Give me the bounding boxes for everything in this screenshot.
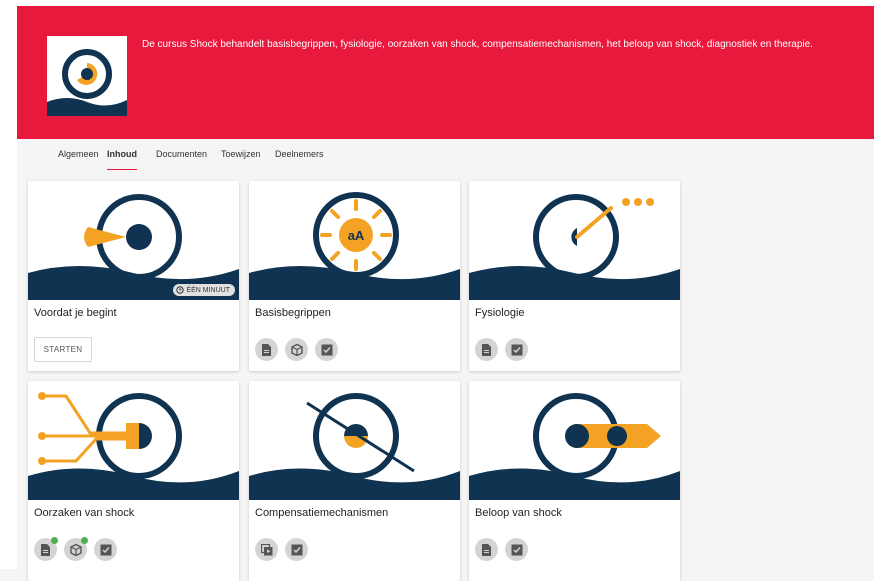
module-card-voordat-je-begint[interactable]: ÉÉN MINUUT Voordat je begint STARTEN [28, 181, 239, 371]
document-icon[interactable] [475, 538, 498, 561]
module-card-fysiologie[interactable]: Fysiologie [469, 181, 680, 371]
media-icon[interactable] [255, 538, 278, 561]
checklist-icon[interactable] [94, 538, 117, 561]
module-title[interactable]: Basisbegrippen [255, 307, 331, 319]
duration-label: ÉÉN MINUUT [186, 286, 230, 294]
svg-text:aA: aA [348, 228, 365, 243]
module-illustration [28, 381, 239, 500]
document-icon[interactable] [255, 338, 278, 361]
checklist-icon[interactable] [315, 338, 338, 361]
module-illustration [469, 181, 680, 300]
module-illustration [469, 381, 680, 500]
tab-algemeen[interactable]: Algemeen [58, 149, 99, 169]
module-title[interactable]: Beloop van shock [475, 507, 562, 519]
module-title[interactable]: Oorzaken van shock [34, 507, 134, 519]
completed-check-icon [81, 537, 88, 544]
module-card-basisbegrippen[interactable]: aA Basisbegrippen [249, 181, 460, 371]
duration-badge: ÉÉN MINUUT [173, 284, 235, 296]
course-tabs: Algemeen Inhoud Documenten Toewijzen Dee… [17, 139, 874, 170]
tab-deelnemers[interactable]: Deelnemers [275, 149, 324, 169]
course-description: De cursus Shock behandelt basisbegrippen… [142, 39, 813, 50]
document-icon[interactable] [34, 537, 58, 561]
course-header: De cursus Shock behandelt basisbegrippen… [17, 6, 874, 139]
shock-logo-icon [47, 36, 127, 116]
checklist-icon[interactable] [505, 538, 528, 561]
cube-icon[interactable] [285, 338, 308, 361]
checklist-icon[interactable] [505, 338, 528, 361]
activity-icons [255, 538, 308, 561]
activity-icons [34, 537, 117, 561]
tab-inhoud[interactable]: Inhoud [107, 149, 137, 170]
tab-documenten[interactable]: Documenten [156, 149, 207, 169]
module-illustration: aA [249, 181, 460, 300]
module-card-oorzaken-van-shock[interactable]: Oorzaken van shock [28, 381, 239, 581]
checklist-icon[interactable] [285, 538, 308, 561]
gauge-dial-icon [469, 194, 680, 300]
completed-check-icon [51, 537, 58, 544]
document-icon[interactable] [475, 338, 498, 361]
tab-toewijzen[interactable]: Toewijzen [221, 149, 261, 169]
start-button[interactable]: STARTEN [34, 337, 92, 362]
course-logo [47, 36, 127, 116]
module-card-beloop-van-shock[interactable]: Beloop van shock [469, 381, 680, 581]
module-title[interactable]: Voordat je begint [34, 307, 117, 319]
sun-aa-icon: aA [249, 192, 460, 300]
clock-icon [176, 286, 185, 294]
activity-icons [255, 338, 338, 361]
progression-arrow-icon [469, 393, 680, 500]
module-card-compensatiemechanismen[interactable]: Compensatiemechanismen [249, 381, 460, 581]
cube-icon[interactable] [64, 537, 88, 561]
left-margin [0, 0, 17, 569]
module-illustration: ÉÉN MINUUT [28, 181, 239, 300]
module-title[interactable]: Compensatiemechanismen [255, 507, 388, 519]
module-title[interactable]: Fysiologie [475, 307, 525, 319]
circuit-causes-icon [28, 392, 239, 500]
target-arrow-icon [28, 194, 239, 300]
crossed-target-icon [249, 393, 460, 500]
module-illustration [249, 381, 460, 500]
activity-icons [475, 338, 528, 361]
activity-icons [475, 538, 528, 561]
